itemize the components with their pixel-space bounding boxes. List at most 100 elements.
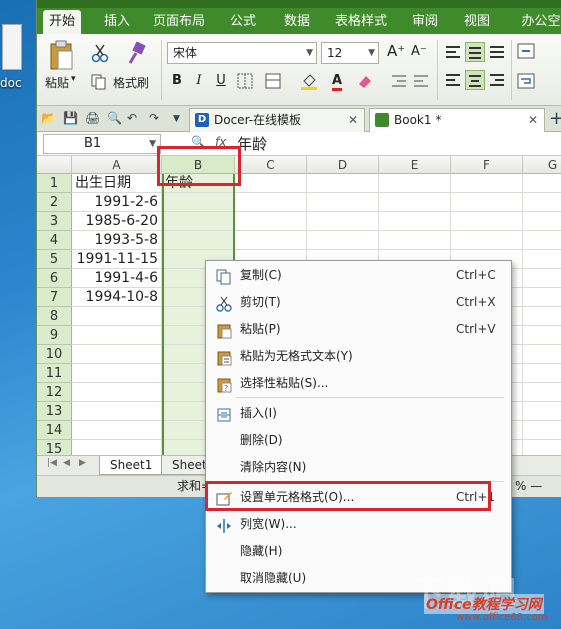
cell[interactable] [523,402,561,421]
context-menu-item-w[interactable]: 列宽(W)... [206,511,511,538]
cell[interactable] [523,421,561,440]
tab-formulas[interactable]: 公式 [223,10,263,34]
italic-button[interactable]: I [189,70,209,92]
redo-icon[interactable]: ↷ [149,111,159,125]
name-box[interactable]: B1 ▼ [43,134,161,154]
select-all-corner[interactable] [37,156,72,174]
cell[interactable] [523,288,561,307]
context-menu-item-d[interactable]: 删除(D) [206,427,511,454]
fill-color-button[interactable] [299,70,319,92]
cell[interactable] [523,364,561,383]
shrink-font-button[interactable]: A⁻ [411,44,427,59]
chevron-down-icon[interactable]: ▼ [149,135,156,153]
format-painter-button[interactable] [123,40,147,66]
cell[interactable] [523,383,561,402]
column-header-g[interactable]: G [523,156,561,174]
cell[interactable] [451,231,523,250]
cell-a[interactable] [72,402,162,421]
context-menu-item-o[interactable]: 设置单元格格式(O)... Ctrl+1 [206,484,511,511]
row-header[interactable]: 9 [37,326,72,345]
cell[interactable] [379,174,451,193]
cell[interactable] [523,250,561,269]
cell-a[interactable]: 1991-2-6 [72,193,162,212]
cell[interactable] [523,269,561,288]
column-header-e[interactable]: E [379,156,451,174]
cell[interactable] [523,345,561,364]
row-header[interactable]: 14 [37,421,72,440]
sheet-tab-sheet1[interactable]: Sheet1 [99,456,164,475]
row-header[interactable]: 11 [37,364,72,383]
cell-a[interactable] [72,307,162,326]
row-header[interactable]: 6 [37,269,72,288]
cell-a[interactable]: 1994-10-8 [72,288,162,307]
cell[interactable] [451,193,523,212]
row-header[interactable]: 8 [37,307,72,326]
cell[interactable] [523,193,561,212]
align-center-button[interactable] [465,70,485,90]
indent-button[interactable] [389,70,409,92]
row-header[interactable]: 10 [37,345,72,364]
cell[interactable] [379,231,451,250]
cell[interactable] [523,231,561,250]
cell-a[interactable]: 出生日期 [72,174,162,193]
cell[interactable] [307,193,379,212]
cell-b[interactable]: 年龄 [162,174,235,193]
column-header-f[interactable]: F [451,156,523,174]
cell[interactable] [523,326,561,345]
tab-page-layout[interactable]: 页面布局 [147,10,211,34]
tab-insert[interactable]: 插入 [97,10,137,34]
paste-dropdown-icon[interactable]: ▾ [71,74,76,84]
row-header[interactable]: 7 [37,288,72,307]
context-menu-item-h[interactable]: 隐藏(H) [206,538,511,565]
cell-b[interactable] [162,193,235,212]
cut-button[interactable] [89,42,109,63]
row-header[interactable]: 4 [37,231,72,250]
align-top-button[interactable] [443,42,463,62]
context-menu-item-i[interactable]: 插入(I) [206,400,511,427]
context-menu-item-s[interactable]: ? 选择性粘贴(S)... [206,370,511,397]
tab-docer-templates[interactable]: D Docer-在线模板 ✕ [189,108,365,132]
align-left-button[interactable] [443,70,463,90]
cell-a[interactable]: 1991-4-6 [72,269,162,288]
cell-a[interactable]: 1993-5-8 [72,231,162,250]
row-header[interactable]: 3 [37,212,72,231]
new-tab-button[interactable]: + [549,108,561,129]
context-menu-item-t[interactable]: 剪切(T) Ctrl+X [206,289,511,316]
copy-button[interactable] [89,72,107,90]
cell[interactable] [235,174,307,193]
bold-button[interactable]: B [167,70,187,92]
tab-book1[interactable]: Book1 * ✕ [369,108,545,132]
border-button[interactable] [235,70,255,92]
cell-b[interactable] [162,231,235,250]
tab-view[interactable]: 视图 [457,10,497,34]
row-header[interactable]: 13 [37,402,72,421]
cell-a[interactable]: 1991-11-15 [72,250,162,269]
tab-review[interactable]: 审阅 [405,10,445,34]
merge-center-button[interactable] [515,40,539,62]
context-menu-item-c[interactable]: 复制(C) Ctrl+C [206,262,511,289]
context-menu-item-n[interactable]: 清除内容(N) [206,454,511,481]
cell[interactable] [235,193,307,212]
zoom-icon[interactable]: 🔍 [191,135,206,149]
outdent-button[interactable] [411,70,431,92]
context-menu-item-y[interactable]: 粘贴为无格式文本(Y) [206,343,511,370]
next-sheet-icon[interactable]: ▶ [79,458,86,468]
zoom-control[interactable]: % — [515,476,542,496]
cell[interactable] [523,307,561,326]
tab-data[interactable]: 数据 [277,10,317,34]
column-header-c[interactable]: C [235,156,307,174]
paste-button[interactable] [45,38,75,72]
cell[interactable] [307,212,379,231]
font-name-select[interactable]: 宋体 ▼ [167,42,317,64]
format-painter-label[interactable]: 格式刷 [113,74,149,91]
align-bottom-button[interactable] [487,42,507,62]
font-color-button[interactable]: A [327,70,347,92]
column-header-d[interactable]: D [307,156,379,174]
print-preview-icon[interactable]: 🔍 [107,111,122,125]
column-header-b[interactable]: B [162,156,235,174]
cell[interactable] [523,174,561,193]
column-header-a[interactable]: A [72,156,162,174]
tab-table-style[interactable]: 表格样式 [329,10,393,34]
cell[interactable] [523,212,561,231]
open-folder-icon[interactable]: 📂 [41,111,56,125]
